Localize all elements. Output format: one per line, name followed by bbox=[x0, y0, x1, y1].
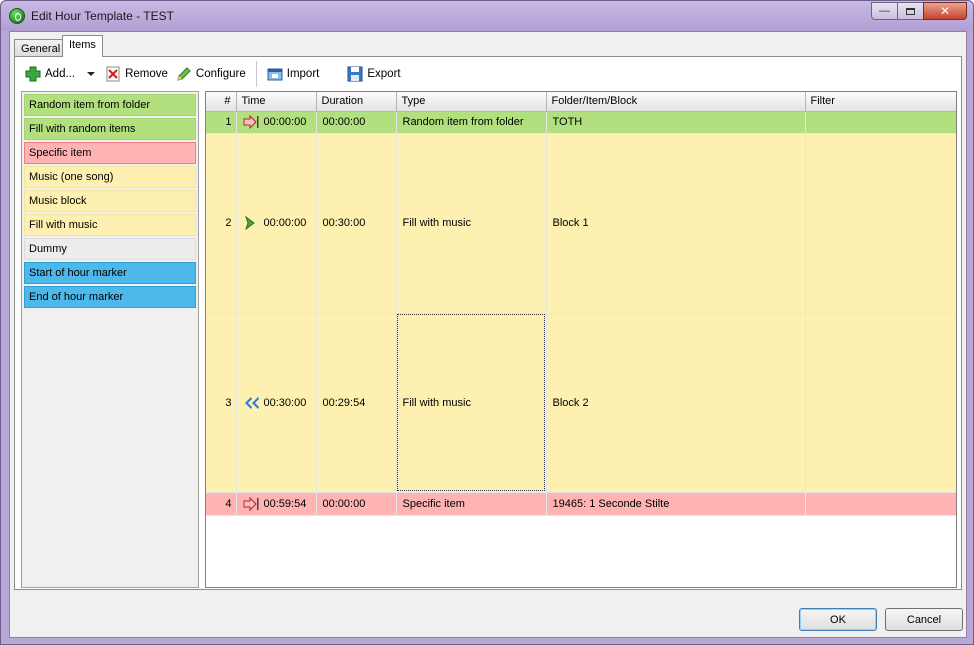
tab-general[interactable]: General bbox=[14, 39, 68, 56]
cell-time[interactable]: 00:30:00 bbox=[236, 313, 317, 493]
dialog-client: General Items Add... Remove Configure Im… bbox=[9, 31, 967, 638]
cell-number[interactable]: 2 bbox=[206, 133, 237, 314]
cell-folder[interactable]: TOTH bbox=[546, 111, 806, 134]
cell-filter[interactable] bbox=[805, 111, 956, 134]
remove-label: Remove bbox=[125, 68, 168, 80]
delete-icon bbox=[105, 66, 121, 82]
cancel-button[interactable]: Cancel bbox=[885, 608, 963, 631]
palette-item[interactable]: Music block bbox=[24, 190, 196, 212]
toolbar: Add... Remove Configure Import Export bbox=[15, 60, 961, 88]
items-grid: # Time Duration Type Folder/Item/Block F… bbox=[205, 91, 957, 588]
export-label: Export bbox=[367, 68, 401, 80]
col-header-type[interactable]: Type bbox=[396, 92, 547, 112]
cell-type[interactable]: Fill with music bbox=[396, 133, 547, 314]
cell-number[interactable]: 3 bbox=[206, 313, 237, 493]
maximize-icon bbox=[906, 7, 915, 15]
item-type-palette: Random item from folder Fill with random … bbox=[21, 91, 199, 588]
col-header-filter[interactable]: Filter bbox=[805, 92, 956, 112]
cell-type[interactable]: Specific item bbox=[396, 492, 547, 516]
chevron-right-green-icon bbox=[243, 215, 259, 231]
col-header-number[interactable]: # bbox=[206, 92, 237, 112]
cell-time[interactable]: 00:00:00 bbox=[236, 133, 317, 314]
save-disk-icon bbox=[347, 66, 363, 82]
time-value: 00:00:00 bbox=[263, 217, 307, 229]
toolbar-separator bbox=[255, 61, 257, 87]
grid-header-row: # Time Duration Type Folder/Item/Block F… bbox=[206, 92, 956, 112]
add-button[interactable]: Add... bbox=[21, 63, 79, 85]
export-button[interactable]: Export bbox=[343, 63, 404, 85]
remove-button[interactable]: Remove bbox=[101, 63, 172, 85]
cell-folder[interactable]: 19465: 1 Seconde Stilte bbox=[546, 492, 806, 516]
palette-item[interactable]: Music (one song) bbox=[24, 166, 196, 188]
import-label: Import bbox=[286, 68, 320, 80]
cell-type[interactable]: Fill with music bbox=[396, 313, 547, 493]
palette-item[interactable]: Fill with music bbox=[24, 214, 196, 236]
cell-filter[interactable] bbox=[805, 313, 956, 493]
col-header-folder[interactable]: Folder/Item/Block bbox=[546, 92, 806, 112]
palette-item[interactable]: Dummy bbox=[24, 238, 196, 260]
window-title: Edit Hour Template - TEST bbox=[31, 9, 174, 23]
cell-filter[interactable] bbox=[805, 492, 956, 516]
cell-duration[interactable]: 00:00:00 bbox=[316, 492, 397, 516]
palette-item[interactable]: Fill with random items bbox=[24, 118, 196, 140]
cell-duration[interactable]: 00:30:00 bbox=[316, 133, 397, 314]
cell-time[interactable]: 00:00:00 bbox=[236, 111, 317, 134]
arrow-right-red-icon bbox=[243, 496, 259, 511]
cell-duration[interactable]: 00:29:54 bbox=[316, 313, 397, 493]
time-value: 00:59:54 bbox=[263, 497, 307, 510]
cell-duration[interactable]: 00:00:00 bbox=[316, 111, 397, 134]
palette-item[interactable]: Specific item bbox=[24, 142, 196, 164]
table-row[interactable]: 3 00:30:00 00:29:54 Fill with music Block 2 bbox=[206, 313, 956, 493]
table-row[interactable]: 2 00:00:00 00:30:00 Fill with music Block 1 bbox=[206, 133, 956, 314]
app-icon bbox=[9, 8, 25, 24]
maximize-button[interactable] bbox=[897, 2, 924, 20]
cell-folder[interactable]: Block 1 bbox=[546, 133, 806, 314]
close-icon: ✕ bbox=[939, 4, 951, 18]
dialog-window: Edit Hour Template - TEST — ✕ General It… bbox=[0, 0, 974, 645]
tab-items[interactable]: Items bbox=[62, 35, 103, 57]
pencil-icon bbox=[176, 66, 192, 82]
configure-label: Configure bbox=[195, 68, 246, 80]
configure-button[interactable]: Configure bbox=[172, 63, 250, 85]
add-dropdown-button[interactable] bbox=[79, 63, 101, 85]
minimize-icon: — bbox=[879, 5, 890, 17]
add-label: Add... bbox=[45, 68, 76, 80]
cell-number[interactable]: 4 bbox=[206, 492, 237, 516]
cell-filter[interactable] bbox=[805, 133, 956, 314]
cell-number[interactable]: 1 bbox=[206, 111, 237, 134]
palette-item[interactable]: End of hour marker bbox=[24, 286, 196, 308]
cell-folder[interactable]: Block 2 bbox=[546, 313, 806, 493]
close-button[interactable]: ✕ bbox=[923, 2, 967, 20]
title-bar[interactable]: Edit Hour Template - TEST — ✕ bbox=[1, 1, 973, 31]
ok-button[interactable]: OK bbox=[799, 608, 877, 631]
items-table: # Time Duration Type Folder/Item/Block F… bbox=[206, 92, 956, 516]
chevron-down-icon bbox=[87, 72, 96, 76]
items-tab-panel: Add... Remove Configure Import Export Ra… bbox=[14, 56, 962, 590]
double-chevron-left-blue-icon bbox=[243, 396, 259, 410]
import-button[interactable]: Import bbox=[263, 63, 324, 85]
table-row[interactable]: 4 00:59:54 00:00:00 Specific item 19465: 1 S… bbox=[206, 492, 956, 516]
palette-item[interactable]: Start of hour marker bbox=[24, 262, 196, 284]
col-header-duration[interactable]: Duration bbox=[316, 92, 397, 112]
time-value: 00:30:00 bbox=[263, 396, 307, 409]
palette-item[interactable]: Random item from folder bbox=[24, 94, 196, 116]
import-icon bbox=[267, 66, 283, 82]
cell-time[interactable]: 00:59:54 bbox=[236, 492, 317, 516]
arrow-right-red-icon bbox=[243, 114, 259, 130]
table-row[interactable]: 1 00:00:00 00:00:00 Random item from folder… bbox=[206, 111, 956, 134]
time-value: 00:00:00 bbox=[263, 116, 307, 128]
cell-type[interactable]: Random item from folder bbox=[396, 111, 547, 134]
col-header-time[interactable]: Time bbox=[236, 92, 317, 112]
plus-icon bbox=[25, 66, 41, 82]
minimize-button[interactable]: — bbox=[871, 2, 898, 20]
